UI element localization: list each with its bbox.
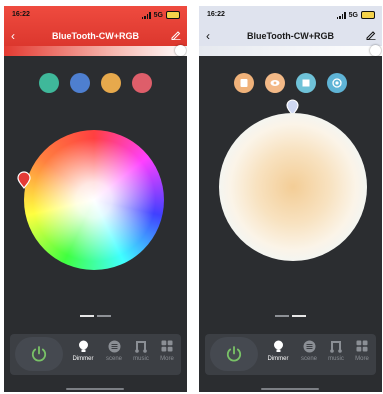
power-icon — [31, 346, 47, 362]
bottom-control-bar: Dimmer scene music More — [10, 334, 181, 375]
page-title: BlueTooth-CW+RGB — [246, 31, 335, 41]
color-presets — [4, 73, 187, 93]
scene-buttons — [199, 73, 382, 93]
nav-label: More — [160, 356, 174, 362]
brightness-slider[interactable] — [199, 46, 382, 56]
nav-label: scene — [105, 356, 122, 362]
nav-dimmer[interactable]: Dimmer — [266, 339, 290, 362]
brightness-slider-thumb[interactable] — [370, 45, 381, 56]
page-title: BlueTooth-CW+RGB — [51, 31, 140, 41]
nav-more[interactable]: More — [350, 339, 374, 362]
nav-music[interactable]: music — [129, 339, 153, 362]
grid-icon — [161, 340, 173, 352]
nav-label: music — [328, 356, 344, 362]
scene-target-button[interactable] — [327, 73, 347, 93]
brightness-slider-thumb[interactable] — [175, 45, 186, 56]
color-wheel[interactable] — [24, 130, 164, 270]
battery-icon — [166, 11, 180, 19]
network-label: 5G — [153, 11, 163, 19]
scene-icon — [108, 340, 120, 352]
color-preset-teal[interactable] — [39, 73, 59, 93]
scene-icon — [303, 340, 315, 352]
signal-icon — [141, 11, 151, 19]
network-label: 5G — [348, 11, 358, 19]
signal-icon — [336, 11, 346, 19]
nav-label: More — [355, 356, 369, 362]
scene-eye-button[interactable] — [265, 73, 285, 93]
bulb-icon — [273, 340, 283, 352]
color-preset-blue[interactable] — [70, 73, 90, 93]
reading-icon — [240, 79, 248, 87]
nav-label: scene — [300, 356, 317, 362]
nav-dimmer[interactable]: Dimmer — [71, 339, 95, 362]
status-time: 16:22 — [12, 11, 30, 18]
battery-icon — [361, 11, 375, 19]
brightness-slider[interactable] — [4, 46, 187, 56]
white-temperature-screen: 16:22 5G ‹ BlueTooth-CW+RGB Dimmer scene… — [199, 6, 382, 392]
rgb-color-screen: 16:22 5G ‹ BlueTooth-CW+RGB Dimmer scene… — [4, 6, 187, 392]
grid-icon — [356, 340, 368, 352]
scene-reading-button[interactable] — [234, 73, 254, 93]
color-picker-pin-icon[interactable] — [17, 171, 31, 189]
page-indicator — [199, 315, 382, 317]
edit-pencil-icon[interactable] — [366, 30, 376, 40]
power-button[interactable] — [15, 337, 63, 371]
nav-label: music — [133, 356, 149, 362]
color-preset-orange[interactable] — [101, 73, 121, 93]
target-icon — [332, 78, 342, 88]
nav-label: Dimmer — [72, 356, 94, 362]
bulb-icon — [78, 340, 88, 352]
music-icon — [330, 340, 342, 353]
nav-more[interactable]: More — [155, 339, 179, 362]
nav-scene[interactable]: scene — [297, 339, 321, 362]
page-indicator — [4, 315, 187, 317]
nav-music[interactable]: music — [324, 339, 348, 362]
color-temperature-wheel[interactable] — [219, 113, 367, 261]
power-button[interactable] — [210, 337, 258, 371]
scene-square-button[interactable] — [296, 73, 316, 93]
status-time: 16:22 — [207, 11, 225, 18]
music-icon — [135, 340, 147, 353]
status-bar: 16:22 5G — [4, 6, 187, 22]
power-icon — [226, 346, 242, 362]
nav-label: Dimmer — [267, 356, 289, 362]
home-indicator — [261, 388, 319, 390]
status-bar: 16:22 5G — [199, 6, 382, 22]
bottom-control-bar: Dimmer scene music More — [205, 334, 376, 375]
home-indicator — [66, 388, 124, 390]
nav-scene[interactable]: scene — [102, 339, 126, 362]
edit-pencil-icon[interactable] — [171, 30, 181, 40]
eye-icon — [270, 80, 280, 86]
square-icon — [302, 79, 310, 87]
color-preset-red[interactable] — [132, 73, 152, 93]
